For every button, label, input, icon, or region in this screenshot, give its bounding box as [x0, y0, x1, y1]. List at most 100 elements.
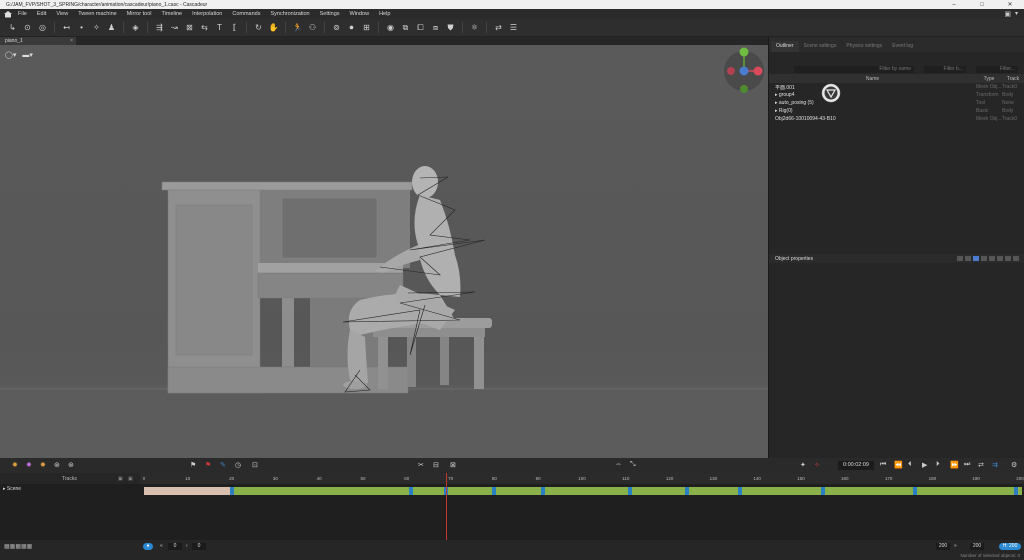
loop-playback-icon[interactable]: ⇄ [978, 461, 984, 469]
outliner-row[interactable]: ▸ group4 Transform Body [769, 91, 1024, 99]
lock-icon[interactable]: ▣ [118, 476, 123, 482]
column-name[interactable]: Name [769, 76, 976, 82]
prop-view-icon[interactable] [997, 256, 1003, 261]
clock-icon[interactable]: ◷ [235, 461, 241, 469]
menu-edit[interactable]: Edit [32, 11, 51, 17]
loop-interval-icon[interactable]: ⊛ [54, 461, 60, 469]
prev-interval-icon[interactable]: « [160, 543, 163, 549]
menu-window[interactable]: Window [345, 11, 375, 17]
frame-start2-field[interactable]: 0 [192, 543, 206, 550]
physics-marker-icon[interactable]: ⚑ [190, 461, 196, 469]
ghost-icon[interactable]: ⚇ [306, 22, 319, 34]
layout-dropdown-icon[interactable]: ▾ [1015, 10, 1018, 18]
keyframe-marker[interactable] [685, 487, 690, 495]
character-icon[interactable]: ♟ [105, 22, 118, 34]
interpolation-icon[interactable]: ⇶ [153, 22, 166, 34]
prop-list-icon[interactable] [973, 256, 979, 261]
snap-icon[interactable]: ⇆ [198, 22, 211, 34]
keyframe-marker[interactable] [492, 487, 497, 495]
stack-icon[interactable]: ☰ [507, 22, 520, 34]
gear-icon[interactable]: ⚙ [1011, 461, 1017, 469]
prop-filter-icon[interactable] [957, 256, 963, 261]
shield-icon[interactable]: ⛊ [444, 22, 457, 34]
fixed-interval-icon[interactable]: ✹ [40, 461, 46, 469]
paste-icon[interactable]: ⧠ [414, 22, 427, 34]
keyframe-bar[interactable] [144, 487, 1022, 495]
keyframe-marker[interactable] [820, 487, 825, 495]
orientation-gizmo[interactable] [722, 45, 767, 95]
tab-physics-settings[interactable]: Physics settings [841, 41, 887, 52]
home-icon[interactable] [3, 10, 13, 18]
prop-paste-icon[interactable] [989, 256, 995, 261]
prop-copy-icon[interactable] [981, 256, 987, 261]
grid-view-icon[interactable]: ⊞ [360, 22, 373, 34]
menu-view[interactable]: View [51, 11, 73, 17]
settings-icon[interactable] [1013, 256, 1019, 261]
filter-by-name-input[interactable]: Filter by name [794, 65, 914, 73]
frame-start-field[interactable]: 0 [168, 543, 182, 550]
pivot-icon[interactable]: ◎ [36, 22, 49, 34]
close-icon[interactable]: ✕ [996, 1, 1024, 8]
hand-icon[interactable]: ✋ [267, 22, 280, 34]
menu-file[interactable]: File [13, 11, 32, 17]
eraser-icon[interactable]: ◈ [129, 22, 142, 34]
total-frames-badge[interactable]: H: 200 [999, 543, 1021, 550]
tab-outliner[interactable]: Outliner [771, 41, 799, 52]
menu-commands[interactable]: Commands [227, 11, 265, 17]
bracket-icon[interactable]: ⟦ [228, 22, 241, 34]
selection-mode-icon[interactable]: ◯▾ [5, 51, 16, 59]
video-camera-icon[interactable]: ⏺ [345, 22, 358, 34]
cut-icon[interactable]: ✂ [418, 461, 424, 469]
prev-key-icon[interactable]: ⏪ [894, 461, 903, 469]
keyframe-marker[interactable] [540, 487, 545, 495]
last-frame-icon[interactable]: ⏭ [964, 461, 970, 469]
menu-interpolation[interactable]: Interpolation [187, 11, 227, 17]
rotation-icon[interactable]: ↻ [252, 22, 265, 34]
viewport-3d[interactable]: ◯▾ ▬▾ [0, 45, 768, 458]
menu-synchronization[interactable]: Synchronization [265, 11, 314, 17]
interval-icon[interactable]: ✹ [26, 461, 32, 469]
physics-icon[interactable]: ⚛ [468, 22, 481, 34]
filter-by-input[interactable]: Filter b... [924, 65, 966, 73]
keyframe-marker[interactable] [628, 487, 633, 495]
visibility-icon[interactable]: ▣ [128, 476, 133, 482]
menu-mirror-tool[interactable]: Mirror tool [122, 11, 157, 17]
delete-frames-icon[interactable]: ⊠ [450, 461, 456, 469]
expand-icon[interactable]: ⤡ [630, 461, 636, 469]
sync-toggle-icon[interactable]: ● [143, 543, 153, 550]
fix-icon[interactable]: ⊠ [183, 22, 196, 34]
red-flag-icon[interactable]: ⚑ [205, 461, 211, 469]
trajectory-icon[interactable]: ↝ [168, 22, 181, 34]
keyframe-marker[interactable] [409, 487, 414, 495]
eye-icon[interactable] [1005, 256, 1011, 261]
camera-icon[interactable]: ▬▾ [22, 51, 33, 59]
camera-focus-icon[interactable]: ⊚ [330, 22, 343, 34]
target-icon[interactable]: ◉ [384, 22, 397, 34]
menu-settings[interactable]: Settings [315, 11, 345, 17]
keyframe-marker[interactable] [912, 487, 917, 495]
outliner-row[interactable]: ▸ auto_posing (5) Tool None [769, 99, 1024, 107]
local-space-icon[interactable]: ⊙ [21, 22, 34, 34]
outliner-row[interactable]: Obj2d66-10010094-43-B10 Mesh Obj... Trac… [769, 115, 1024, 123]
scene-track[interactable]: ▸ Scene [0, 486, 140, 494]
keyframe-marker[interactable] [737, 487, 742, 495]
track-mode-icons[interactable]: ▦▦▦▦▦ [4, 543, 32, 550]
range-end-field[interactable]: 200 [970, 543, 984, 550]
blue-marker-icon[interactable]: ✎ [220, 461, 226, 469]
tab-scene-settings[interactable]: Scene settings [799, 41, 842, 52]
column-track[interactable]: Track [1002, 76, 1024, 82]
range-next-icon[interactable]: » [954, 543, 957, 549]
point-controller-icon[interactable]: • [75, 22, 88, 34]
duplicate-icon[interactable]: ⧈ [429, 22, 442, 34]
next-key-icon[interactable]: ⏩ [950, 461, 959, 469]
first-frame-icon[interactable]: ⏮ [880, 461, 886, 469]
move-axes-icon[interactable]: ↳ [6, 22, 19, 34]
playhead[interactable] [446, 473, 448, 540]
menu-help[interactable]: Help [374, 11, 395, 17]
menu-tween-machine[interactable]: Tween machine [73, 11, 122, 17]
minimize-icon[interactable]: – [940, 2, 968, 8]
keyframe-icon[interactable]: ✹ [12, 461, 18, 469]
running-figure-icon[interactable]: 🏃 [291, 22, 304, 34]
keyframe-marker[interactable] [1014, 487, 1018, 495]
keyframe-marker[interactable] [229, 487, 234, 495]
